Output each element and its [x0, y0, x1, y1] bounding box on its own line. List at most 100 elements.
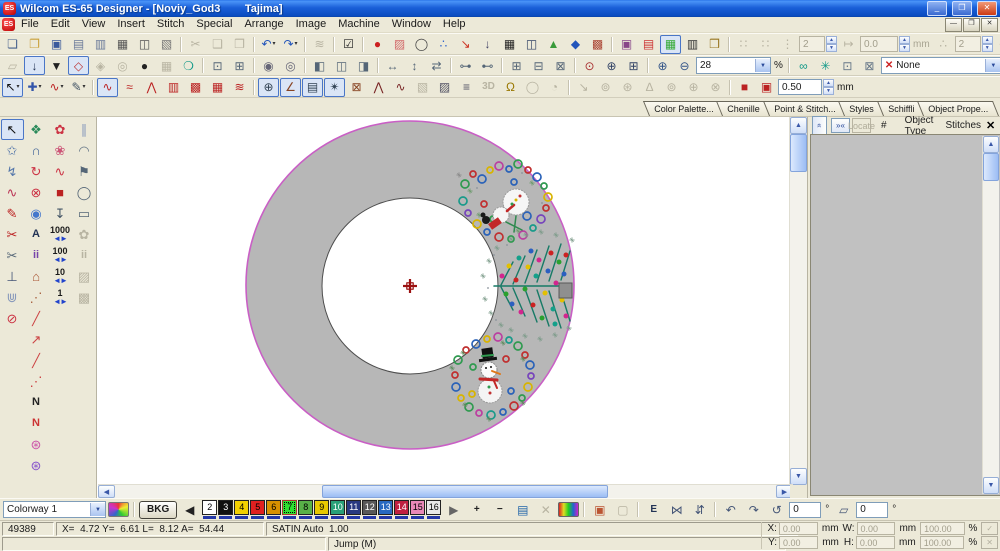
select-tool-icon[interactable]: ↖ ▾ — [2, 77, 23, 97]
polygon-select-icon[interactable]: ✩ — [1, 140, 24, 161]
arc-shape-icon[interactable]: ◠ — [73, 140, 96, 161]
smoothing-icon[interactable]: ∿ — [390, 78, 411, 97]
panel-close-icon[interactable]: ✕ — [983, 119, 998, 132]
rectangle-tool-icon[interactable]: ▭ — [73, 203, 96, 224]
object-list[interactable]: ▲ ▼ — [810, 134, 1000, 496]
run-outline-icon[interactable]: ◯ — [411, 35, 432, 54]
mdi-restore-button[interactable]: ❐ — [963, 17, 980, 32]
chips-scroll-left-icon[interactable]: ◀ — [179, 500, 200, 519]
canvas-vertical-scrollbar[interactable]: ▲ ▼ — [789, 117, 807, 485]
remove-color-icon[interactable]: − — [489, 500, 510, 519]
design-graph-icon[interactable]: ▲ — [543, 35, 564, 54]
colorway-combo[interactable]: Colorway 1 ▼ — [3, 501, 106, 518]
design-portfolio-icon[interactable]: ❒ — [704, 35, 725, 54]
ellipse-tool-icon[interactable]: ◯ — [73, 182, 96, 203]
redo-icon[interactable]: ↷ ▾ — [280, 35, 301, 54]
trim-tool-icon[interactable]: ✂ — [1, 245, 24, 266]
menu-insert[interactable]: Insert — [111, 18, 151, 30]
align-center-icon[interactable]: ◫ — [331, 56, 352, 75]
travel-1-button[interactable]: 1 ◄► — [48, 287, 72, 308]
add-color-block-icon[interactable]: ■ — [734, 78, 755, 97]
flower-motif-icon[interactable]: ✿ — [49, 119, 72, 140]
team-names-icon[interactable]: ii — [25, 245, 48, 266]
transform-box-copy-icon[interactable]: ⊞ — [229, 56, 250, 75]
rotate-by-angle-icon[interactable]: ↺ — [766, 500, 787, 519]
stitch-angles-icon[interactable]: ∠ — [280, 77, 301, 97]
chevron-down-icon[interactable]: ▼ — [90, 503, 105, 516]
field-H[interactable]: 0.00 — [855, 536, 896, 549]
dome-shape-icon[interactable]: ∩ — [25, 140, 48, 161]
skew-by-angle-icon[interactable]: ▱ — [833, 500, 854, 519]
penetration-line-icon[interactable]: ⋰ — [25, 287, 48, 308]
menu-machine[interactable]: Machine — [332, 18, 386, 30]
design-canvas[interactable] — [98, 117, 793, 485]
current-effect-clear-icon[interactable]: ✕ — [882, 60, 893, 71]
auto-start-end-icon[interactable]: ☑ — [338, 35, 359, 54]
hoop-toggle-icon[interactable]: ❍ — [178, 56, 199, 75]
color-chip-5[interactable]: 5 — [250, 500, 266, 519]
zoom-1-to-1-icon[interactable]: ⊙ — [579, 56, 600, 75]
mirror-horizontal-icon[interactable]: ⋈ — [666, 500, 687, 519]
tatami-fill-icon[interactable]: ▨ — [389, 35, 410, 54]
open-design-icon[interactable]: ❐ — [24, 35, 45, 54]
new-design-icon[interactable]: ❏ — [2, 35, 23, 54]
undo-icon[interactable]: ↶ ▾ — [258, 35, 279, 54]
show-bitmap-icon[interactable]: ▩ — [587, 35, 608, 54]
scale-percent-field[interactable]: 100.00 — [919, 536, 965, 549]
tab-chenille[interactable]: Chenille — [716, 101, 771, 116]
stitch-grid-icon[interactable]: ▦ — [499, 35, 520, 54]
show-connectors-icon[interactable]: ∞ — [793, 56, 814, 75]
pin-tool-icon[interactable]: ⊥ — [1, 266, 24, 287]
travel-100-button[interactable]: 100 ◄► — [48, 245, 72, 266]
e-stitch-type-icon[interactable]: ⋀ — [141, 78, 162, 97]
space-vertically-icon[interactable]: ↕ — [404, 56, 425, 75]
satin-type-icon[interactable]: ∿ — [97, 77, 118, 97]
line-stitch-2-icon[interactable]: ↗ — [25, 329, 48, 350]
color-chip-6[interactable]: 6 — [266, 500, 282, 519]
design-canvas-area[interactable]: ▲ ▼ ◀ ▶ — [97, 117, 807, 498]
panel-scroll-down-button[interactable]: ▼ — [983, 477, 999, 494]
menu-stitch[interactable]: Stitch — [151, 18, 191, 30]
selection-handle[interactable] — [558, 282, 573, 299]
color-chip-8[interactable]: 8 — [298, 500, 314, 519]
gradient-tool-icon[interactable] — [558, 502, 580, 517]
transform-box-icon[interactable]: ⊡ — [207, 56, 228, 75]
mirror-merge-icon[interactable]: ⊗ — [25, 182, 48, 203]
travel-end-icon[interactable]: ◎ — [280, 56, 301, 75]
space-evenly-icon[interactable]: ⇄ — [426, 56, 447, 75]
rotate-cw-45-icon[interactable]: ↷ — [743, 500, 764, 519]
align-left-icon[interactable]: ◧ — [309, 56, 330, 75]
shortening-count-field[interactable]: 2 — [954, 36, 981, 52]
thread-colors-icon[interactable]: ◆ — [565, 35, 586, 54]
pull-comp-length-spinner[interactable]: ▲ ▼ — [899, 36, 910, 52]
space-horizontally-icon[interactable]: ↔ — [382, 56, 403, 75]
background-color-button[interactable]: BKG — [139, 500, 178, 519]
palette-editor-icon[interactable]: ▦ — [108, 502, 129, 517]
n-stitch-red-icon[interactable]: N — [25, 413, 48, 434]
field-X[interactable]: 0.00 — [778, 522, 818, 535]
solid-view-icon[interactable]: ● — [134, 56, 155, 75]
menu-help[interactable]: Help — [437, 18, 472, 30]
rotate-ccw-45-icon[interactable]: ↶ — [720, 500, 741, 519]
stitch-spacing-spinner[interactable]: ▲ ▼ — [823, 79, 834, 95]
menu-view[interactable]: View — [76, 18, 112, 30]
circle-flip-icon[interactable]: ⊘ — [1, 308, 24, 329]
color-chip-9[interactable]: 9 — [314, 500, 330, 519]
travel-10-button[interactable]: 10 ◄► — [48, 266, 72, 287]
menu-special[interactable]: Special — [190, 18, 238, 30]
color-chip-15[interactable]: 15 — [410, 500, 426, 519]
rotate-wheel-icon[interactable]: ↻ — [25, 161, 48, 182]
close-button[interactable]: ✕ — [977, 1, 997, 16]
auto-digitize-icon[interactable]: ▣ — [616, 35, 637, 54]
n-stitch-icon[interactable]: N — [25, 392, 48, 413]
cross-stitch-type-icon[interactable]: ▦ — [207, 78, 228, 97]
vertical-scroll-thumb[interactable] — [790, 134, 807, 172]
travel-start-icon[interactable]: ◉ — [258, 56, 279, 75]
line-stitch-3-icon[interactable]: ╱ — [25, 350, 48, 371]
zigzag-motif-icon[interactable]: ∿ — [49, 161, 72, 182]
travel-1000-button[interactable]: 1000 ◄► — [48, 224, 72, 245]
show-stitch-points-icon[interactable]: ✳ — [815, 56, 836, 75]
overview-window-icon[interactable]: ◫ — [521, 35, 542, 54]
polygon-select-icon[interactable]: ◇ — [68, 56, 89, 75]
print-colorway-icon[interactable]: ▤ — [512, 500, 533, 519]
